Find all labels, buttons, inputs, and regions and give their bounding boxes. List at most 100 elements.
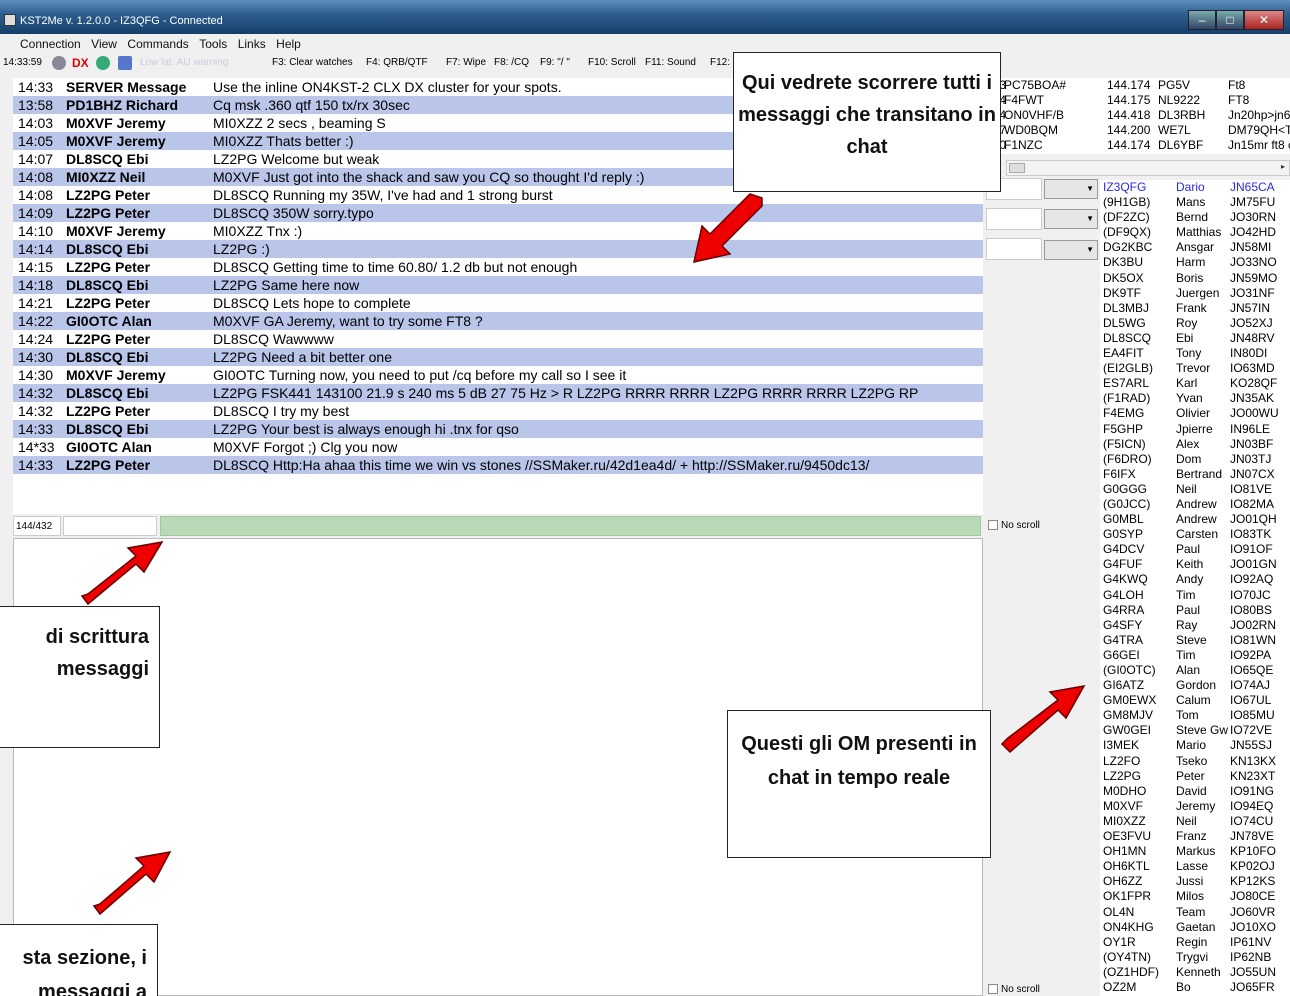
f3-clear-watches[interactable]: F3: Clear watches [272,57,353,68]
menu-commands[interactable]: Commands [127,36,188,53]
user-row[interactable]: LZ2FO Tseko KN13KX [1100,754,1290,769]
user-row[interactable]: DK5OX Boris JN59MO [1100,271,1290,286]
user-row[interactable]: (9H1GB) Mans JM75FU [1100,195,1290,210]
menu-links[interactable]: Links [238,36,266,53]
filter-dropdown-3[interactable]: ▼ [1044,240,1098,260]
user-row[interactable]: GI6ATZ Gordon IO74AJ [1100,678,1290,693]
f12[interactable]: F12: [710,57,730,68]
spot-row[interactable]: 404ON0VHF/B144.418DL3RBHJn20hp>jn68 [986,108,1290,123]
user-row[interactable]: IZ3QFG Dario JN65CA [1100,180,1290,195]
spot-row[interactable]: 430F1NZC144.174DL6YBFJn15mr ft8 cc [986,138,1290,153]
chat-row[interactable]: 14:09 LZ2PG Peter DL8SCQ 350W sorry.typo [13,204,983,222]
search-icon[interactable] [52,56,66,70]
window-icon[interactable] [118,56,132,70]
user-row[interactable]: (EI2GLB) Trevor IO63MD [1100,361,1290,376]
close-button[interactable]: ✕ [1244,10,1284,30]
spot-row[interactable]: 417WD0BQM144.200WE7LDM79QH<TR [986,123,1290,138]
chat-row[interactable]: 14:18 DL8SCQ Ebi LZ2PG Same here now [13,276,983,294]
user-row[interactable]: OE3FVU Franz JN78VE [1100,829,1290,844]
maximize-button[interactable]: □ [1216,10,1244,30]
callsign-input[interactable] [63,516,157,536]
user-row[interactable]: OK1FPR Milos JO80CE [1100,889,1290,904]
user-row[interactable]: OH1MN Markus KP10FO [1100,844,1290,859]
user-row[interactable]: G4LOH Tim IO70JC [1100,588,1290,603]
user-row[interactable]: GM8MJV Tom IO85MU [1100,708,1290,723]
user-row[interactable]: (GI0OTC) Alan IO65QE [1100,663,1290,678]
user-row[interactable]: (F1RAD) Yvan JN35AK [1100,391,1290,406]
chat-row[interactable]: 14:24 LZ2PG Peter DL8SCQ Wawwww [13,330,983,348]
f10-scroll[interactable]: F10: Scroll [588,57,636,68]
user-row[interactable]: (OZ1HDF) Kenneth JO55UN [1100,965,1290,980]
users-list[interactable]: IZ3QFG Dario JN65CA (9H1GB) Mans JM75FU (DF2ZC… [1100,180,1290,996]
menu-help[interactable]: Help [276,36,301,53]
user-row[interactable]: F5GHP Jpierre IN96LE [1100,422,1290,437]
f7-wipe[interactable]: F7: Wipe [446,57,486,68]
filter-dropdown-2[interactable]: ▼ [1044,209,1098,229]
minimize-button[interactable]: – [1188,10,1216,30]
user-row[interactable]: G6GEI Tim IO92PA [1100,648,1290,663]
spot-row[interactable]: 353PC75BOA#144.174PG5VFt8 [986,78,1290,93]
spots-scrollbar[interactable]: ▸ [1006,160,1290,176]
no-scroll-checkbox-bottom[interactable]: No scroll [988,984,1040,995]
user-row[interactable]: GM0EWX Calum IO67UL [1100,693,1290,708]
user-row[interactable]: I3MEK Mario JN55SJ [1100,738,1290,753]
user-row[interactable]: (F5ICN) Alex JN03BF [1100,437,1290,452]
user-row[interactable]: DG2KBC Ansgar JN58MI [1100,240,1290,255]
user-row[interactable]: (DF9QX) Matthias JO42HD [1100,225,1290,240]
f8-cq[interactable]: F8: /CQ [494,57,529,68]
user-row[interactable]: DK9TF Juergen JO31NF [1100,286,1290,301]
user-row[interactable]: GW0GEI Steve Gw IO72VE [1100,723,1290,738]
user-row[interactable]: (DF2ZC) Bernd JO30RN [1100,210,1290,225]
chat-row[interactable]: 14:30 M0XVF Jeremy GI0OTC Turning now, you… [13,366,983,384]
globe-icon[interactable] [96,56,110,70]
chat-row[interactable]: 14:32 LZ2PG Peter DL8SCQ I try my best [13,402,983,420]
user-row[interactable]: DL3MBJ Frank JN57IN [1100,301,1290,316]
user-row[interactable]: MI0XZZ Neil IO74CU [1100,814,1290,829]
user-row[interactable]: G4KWQ Andy IO92AQ [1100,572,1290,587]
user-row[interactable]: (OY4TN) Trygvi IP62NB [1100,950,1290,965]
spot-row[interactable]: 354F4FWT144.175NL9222FT8 [986,93,1290,108]
user-row[interactable]: (G0JCC) Andrew IO82MA [1100,497,1290,512]
chat-row[interactable]: 14:32 DL8SCQ Ebi LZ2PG FSK441 143100 21.9 … [13,384,983,402]
user-row[interactable]: G4DCV Paul IO91OF [1100,542,1290,557]
user-row[interactable]: G0SYP Carsten IO83TK [1100,527,1290,542]
dx-button[interactable]: DX [72,56,89,70]
chat-row[interactable]: 14:30 DL8SCQ Ebi LZ2PG Need a bit better o… [13,348,983,366]
chat-row[interactable]: 14:22 GI0OTC Alan M0XVF GA Jeremy, want to… [13,312,983,330]
no-scroll-checkbox-top[interactable]: No scroll [988,520,1040,531]
user-row[interactable]: OH6ZZ Jussi KP12KS [1100,874,1290,889]
user-row[interactable]: M0XVF Jeremy IO94EQ [1100,799,1290,814]
chat-row[interactable]: 14:33 LZ2PG Peter DL8SCQ Http:Ha ahaa this… [13,456,983,474]
user-row[interactable]: G0GGG Neil IO81VE [1100,482,1290,497]
user-row[interactable]: F6IFX Bertrand JN07CX [1100,467,1290,482]
user-row[interactable]: DK3BU Harm JO33NO [1100,255,1290,270]
user-row[interactable]: G4SFY Ray JO02RN [1100,618,1290,633]
chat-row[interactable]: 14:33 DL8SCQ Ebi LZ2PG Your best is always… [13,420,983,438]
user-row[interactable]: OZ2M Bo JO65FR [1100,980,1290,995]
user-row[interactable]: G0MBL Andrew JO01QH [1100,512,1290,527]
user-row[interactable]: LZ2PG Peter KN23XT [1100,769,1290,784]
chat-row[interactable]: 14:10 M0XVF Jeremy MI0XZZ Tnx :) [13,222,983,240]
user-row[interactable]: G4RRA Paul IO80BS [1100,603,1290,618]
user-row[interactable]: G4FUF Keith JO01GN [1100,557,1290,572]
f4-qrb-qtf[interactable]: F4: QRB/QTF [366,57,428,68]
menu-tools[interactable]: Tools [199,36,227,53]
f9-slash[interactable]: F9: "/ " [540,57,570,68]
user-row[interactable]: ON4KHG Gaetan JO10XO [1100,920,1290,935]
user-row[interactable]: OH6KTL Lasse KP02OJ [1100,859,1290,874]
filter-field-3[interactable] [986,238,1042,260]
user-row[interactable]: ES7ARL Karl KO28QF [1100,376,1290,391]
menu-view[interactable]: View [91,36,117,53]
user-row[interactable]: OL4N Team JO60VR [1100,905,1290,920]
user-row[interactable]: DL5WG Roy JO52XJ [1100,316,1290,331]
user-row[interactable]: M0DHO David IO91NG [1100,784,1290,799]
user-row[interactable]: G4TRA Steve IO81WN [1100,633,1290,648]
filter-dropdown-1[interactable]: ▼ [1044,179,1098,199]
chat-row[interactable]: 14:15 LZ2PG Peter DL8SCQ Getting time to t… [13,258,983,276]
chat-row[interactable]: 14:14 DL8SCQ Ebi LZ2PG :) [13,240,983,258]
user-row[interactable]: OY1R Regin IP61NV [1100,935,1290,950]
user-row[interactable]: DL8SCQ Ebi JN48RV [1100,331,1290,346]
chat-row[interactable]: 14*33 GI0OTC Alan M0XVF Forgot ;) Clg you … [13,438,983,456]
chat-row[interactable]: 14:21 LZ2PG Peter DL8SCQ Lets hope to comp… [13,294,983,312]
user-row[interactable]: F4EMG Olivier JO00WU [1100,406,1290,421]
